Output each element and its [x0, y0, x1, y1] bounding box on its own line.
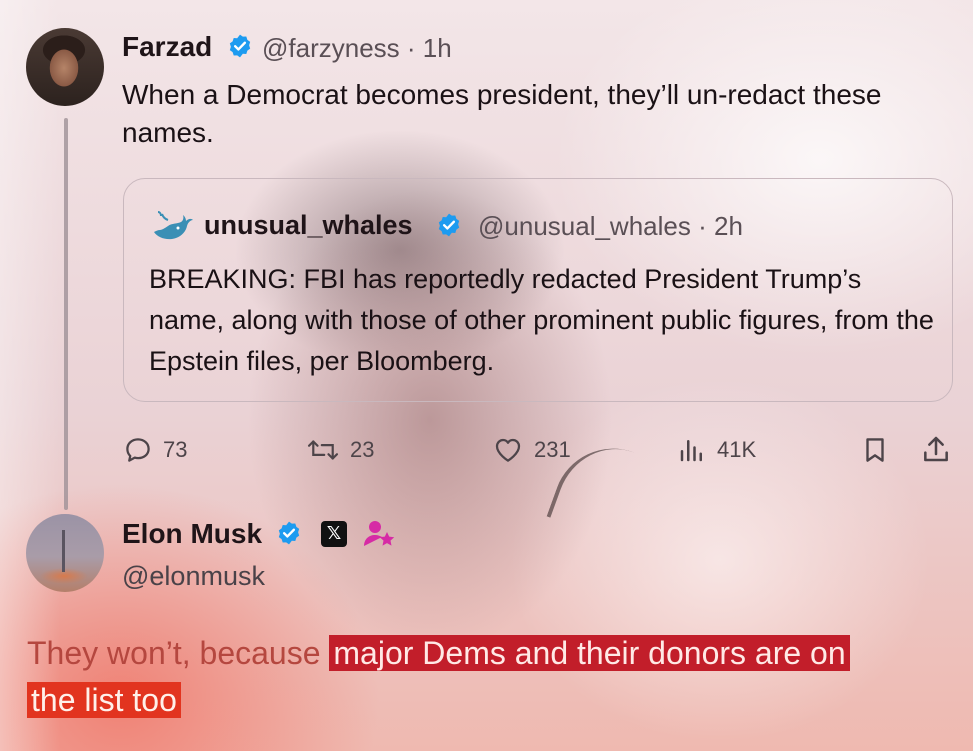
quoted-timestamp[interactable]: 2h [714, 211, 743, 241]
reply-text-highlight-end: the list too [27, 682, 181, 718]
elon-handle[interactable]: @elonmusk [122, 561, 265, 592]
farzad-display-name[interactable]: Farzad [122, 31, 212, 63]
farzad-handle-time: @farzyness · 1h [262, 33, 452, 64]
bookmark-icon [866, 438, 884, 462]
like-count: 231 [534, 437, 571, 462]
repost-count: 23 [350, 437, 375, 462]
views-icon [680, 440, 702, 462]
quoted-display-name[interactable]: unusual_whales [204, 210, 413, 241]
like-icon [495, 438, 521, 462]
views-count: 41K [717, 437, 757, 462]
separator-dot: · [698, 211, 707, 241]
elon-display-name[interactable]: Elon Musk [122, 518, 262, 550]
whale-avatar-icon [154, 211, 193, 240]
farzad-timestamp[interactable]: 1h [423, 33, 452, 63]
verified-badge-icon [229, 34, 251, 58]
reply-count: 73 [163, 437, 188, 462]
share-button[interactable] [920, 428, 952, 472]
elon-avatar[interactable] [26, 514, 104, 592]
verified-badge-icon [438, 213, 460, 237]
views-button[interactable]: 41K [677, 428, 756, 472]
like-button[interactable]: 231 [492, 428, 571, 472]
farzad-tweet-text: When a Democrat becomes president, they’… [122, 79, 882, 148]
tweet-action-bar: 73 23 231 41K [0, 428, 973, 472]
reply-text-highlight: major Dems and their donors are on [329, 635, 850, 671]
repost-button[interactable]: 23 [306, 428, 374, 472]
quoted-tweet-text: BREAKING: FBI has reportedly redacted Pr… [149, 264, 934, 376]
reply-text-plain: They won’t, because [27, 635, 330, 671]
quoted-handle[interactable]: @unusual_whales [478, 211, 691, 241]
affiliate-icon [364, 521, 395, 546]
reply-icon [126, 438, 150, 462]
separator-dot: · [406, 33, 416, 63]
share-icon [924, 436, 948, 462]
quoted-handle-time: @unusual_whales · 2h [478, 211, 743, 242]
elon-reply-text: They won’t, because major Dems and their… [27, 630, 947, 724]
farzad-handle[interactable]: @farzyness [262, 33, 400, 63]
bookmark-button[interactable] [860, 428, 890, 472]
repost-icon [307, 440, 339, 460]
rocket-silhouette [62, 530, 65, 572]
reply-button[interactable]: 73 [123, 428, 187, 472]
x-logo-icon[interactable]: 𝕏 [321, 521, 347, 547]
farzad-avatar[interactable] [26, 28, 104, 106]
verified-badge-icon [278, 521, 300, 545]
